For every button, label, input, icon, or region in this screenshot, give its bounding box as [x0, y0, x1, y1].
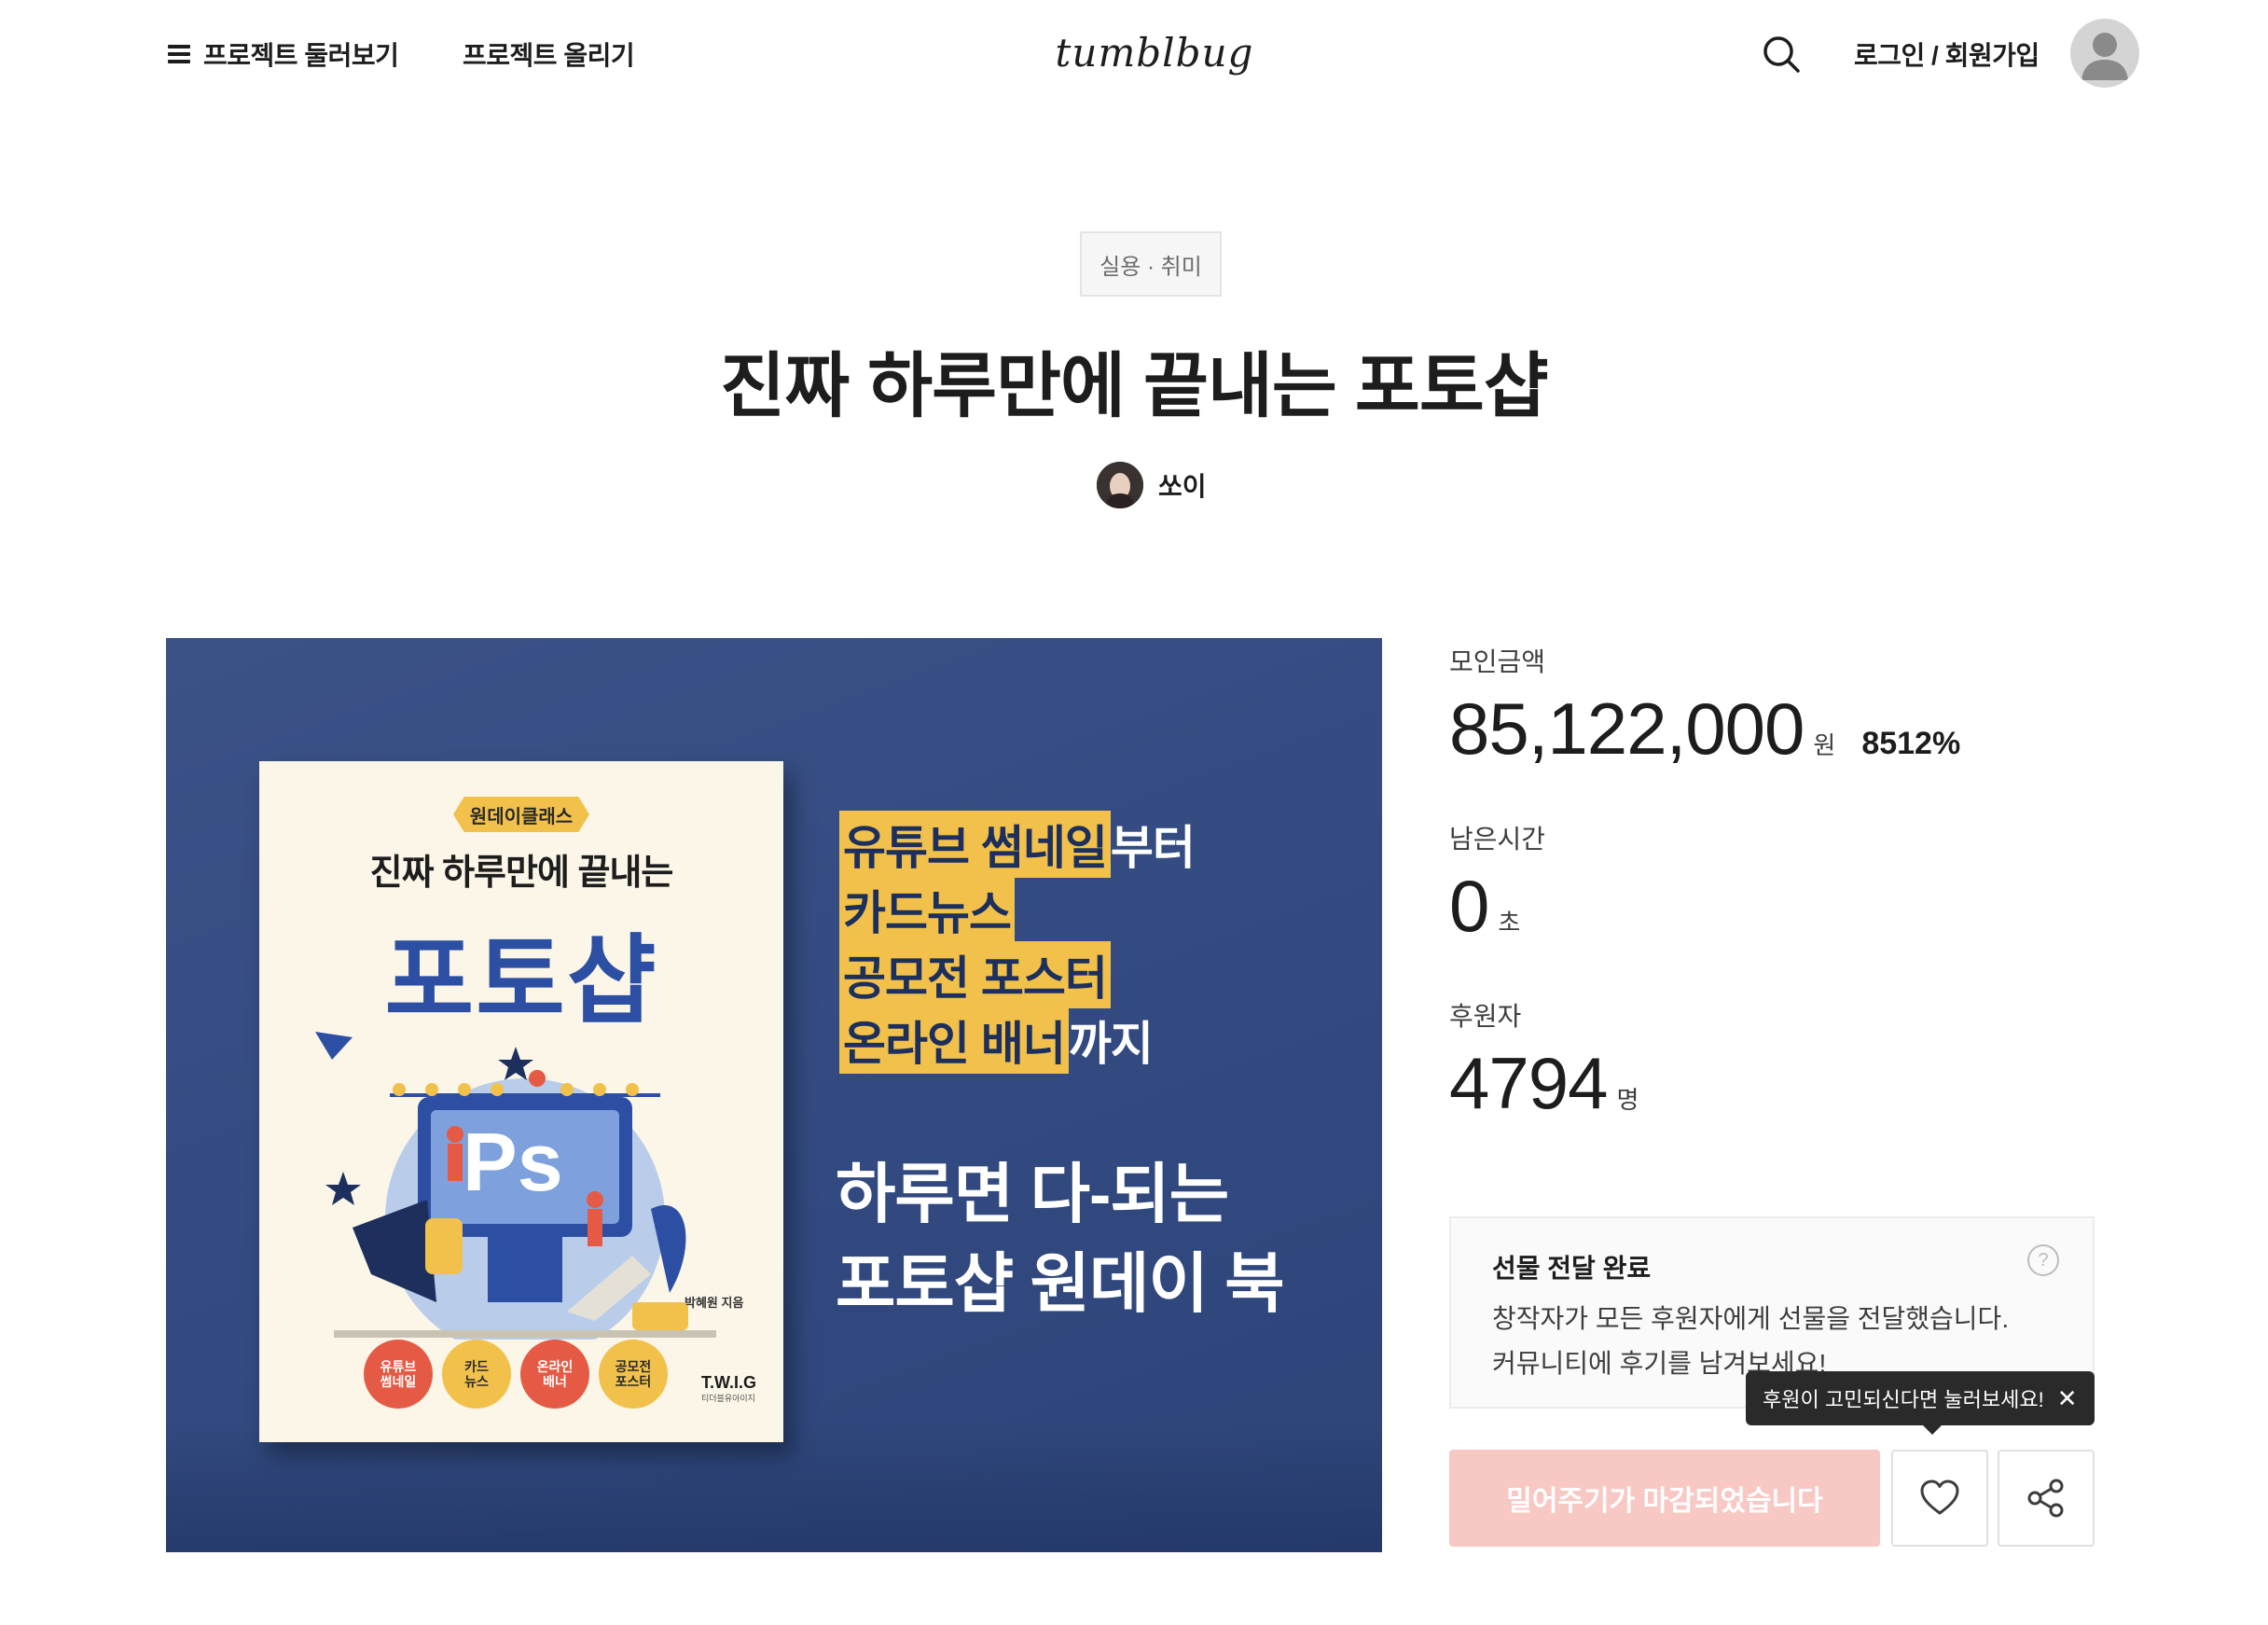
- creator-name: 쏘이: [1158, 472, 1207, 501]
- like-tooltip-text: 후원이 고민되신다면 눌러보세요!: [1763, 1388, 2044, 1411]
- photoshop-ps-label: Ps: [463, 1116, 563, 1208]
- time-left-label: 남은시간: [1449, 825, 1546, 854]
- hero-feature-lines: 유튜브 썸네일 부터 카드뉴스 공모전 포스터 온라인 배너 까지: [839, 811, 1196, 1074]
- hero-line-2-highlight: 카드뉴스: [839, 876, 1015, 943]
- tumblbug-logo[interactable]: tumblbug: [1056, 24, 1253, 80]
- top-header: 프로젝트 둘러보기 프로젝트 올리기 tumblbug 로그인 / 회원가입: [0, 0, 2268, 104]
- raised-value: 85,122,000: [1449, 688, 1805, 770]
- book-badge: 원데이클래스: [453, 797, 589, 832]
- creator-link[interactable]: 쏘이: [1097, 461, 1207, 509]
- raised-amount: 85,122,000 원 8512%: [1449, 687, 1960, 771]
- book-cover: 원데이클래스 진짜 하루만에 끝내는 포토샵 Ps 박혜원 지음 유튜브 썸네일…: [259, 761, 783, 1442]
- time-left: 0 초: [1449, 864, 1520, 949]
- hero-line-2: 카드뉴스: [839, 876, 1195, 943]
- share-button[interactable]: [1998, 1450, 2095, 1547]
- book-subtitle: 진짜 하루만에 끝내는: [369, 854, 674, 893]
- close-icon[interactable]: ✕: [2057, 1386, 2078, 1410]
- tooltip-arrow: [1923, 1425, 1942, 1435]
- book-tag-circles: 유튜브 썸네일 카드 뉴스 온라인 배너 공모전 포스터: [364, 1340, 668, 1409]
- hero-line-3-highlight: 공모전 포스터: [839, 941, 1111, 1008]
- hero-tagline-2: 포토샵 원데이 북: [836, 1247, 1285, 1320]
- support-closed-button[interactable]: 밀어주기가 마감되었습니다: [1449, 1450, 1880, 1547]
- book-tag-3: 온라인 배너: [520, 1340, 589, 1409]
- book-tag-1: 유튜브 썸네일: [364, 1340, 433, 1409]
- browse-projects-label: 프로젝트 둘러보기: [203, 41, 399, 70]
- backers-count: 4794 명: [1449, 1041, 1639, 1126]
- creator-avatar: [1097, 462, 1143, 508]
- delivery-status-desc-1: 창작자가 모든 후원자에게 선물을 전달했습니다.: [1492, 1304, 2010, 1333]
- hero-line-1: 유튜브 썸네일 부터: [839, 811, 1196, 878]
- backers-unit: 명: [1616, 1086, 1639, 1114]
- raised-unit: 원: [1813, 731, 1836, 759]
- upload-project-label: 프로젝트 올리기: [463, 41, 635, 70]
- book-author: 박혜원 지음: [685, 1296, 744, 1310]
- time-left-unit: 초: [1498, 909, 1521, 937]
- hero-line-3: 공모전 포스터: [839, 941, 1195, 1008]
- browse-projects-menu[interactable]: 프로젝트 둘러보기: [168, 35, 399, 73]
- like-tooltip: 후원이 고민되신다면 눌러보세요! ✕: [1746, 1371, 2095, 1425]
- like-button[interactable]: [1891, 1450, 1988, 1547]
- backers-label: 후원자: [1449, 1002, 1522, 1031]
- project-title: 진짜 하루만에 끝내는 포토샵: [720, 347, 1548, 426]
- heart-icon: [1920, 1479, 1959, 1515]
- raised-percent: 8512%: [1861, 726, 1961, 761]
- project-main-image: 원데이클래스 진짜 하루만에 끝내는 포토샵 Ps 박혜원 지음 유튜브 썸네일…: [166, 638, 1382, 1552]
- hero-line-1-highlight: 유튜브 썸네일: [839, 811, 1111, 878]
- share-icon: [2027, 1479, 2064, 1518]
- book-illustration: Ps: [315, 1032, 716, 1340]
- book-tag-2: 카드 뉴스: [442, 1340, 511, 1409]
- hero-line-4: 온라인 배너 까지: [839, 1007, 1195, 1074]
- category-tag[interactable]: 실용 · 취미: [1080, 231, 1222, 297]
- book-publisher: T.W.I.G: [701, 1373, 757, 1392]
- book-title: 포토샵: [384, 927, 658, 1035]
- backers-value: 4794: [1449, 1042, 1609, 1124]
- search-icon[interactable]: [1761, 34, 1802, 75]
- hero-line-4-rest: 까지: [1068, 1018, 1154, 1070]
- time-left-value: 0: [1449, 865, 1489, 947]
- hero-line-4-highlight: 온라인 배너: [839, 1007, 1069, 1074]
- user-avatar-icon[interactable]: [2070, 19, 2139, 88]
- hero-line-1-rest: 부터: [1110, 822, 1196, 874]
- book-tag-4: 공모전 포스터: [599, 1340, 668, 1409]
- hero-tagline: 하루면 다-되는 포토샵 원데이 북: [836, 1149, 1285, 1328]
- hero-tagline-1: 하루면 다-되는: [836, 1158, 1229, 1230]
- delivery-status-title: 선물 전달 완료: [1492, 1254, 1652, 1283]
- help-icon[interactable]: ?: [2027, 1244, 2059, 1276]
- menu-icon: [168, 45, 190, 63]
- login-signup-link[interactable]: 로그인 / 회원가입: [1854, 35, 2040, 73]
- upload-project-link[interactable]: 프로젝트 올리기: [463, 35, 635, 73]
- raised-label: 모인금액: [1449, 647, 1546, 676]
- login-signup-label: 로그인 / 회원가입: [1854, 41, 2040, 70]
- book-publisher-sub: 티더블유아이지: [701, 1394, 755, 1403]
